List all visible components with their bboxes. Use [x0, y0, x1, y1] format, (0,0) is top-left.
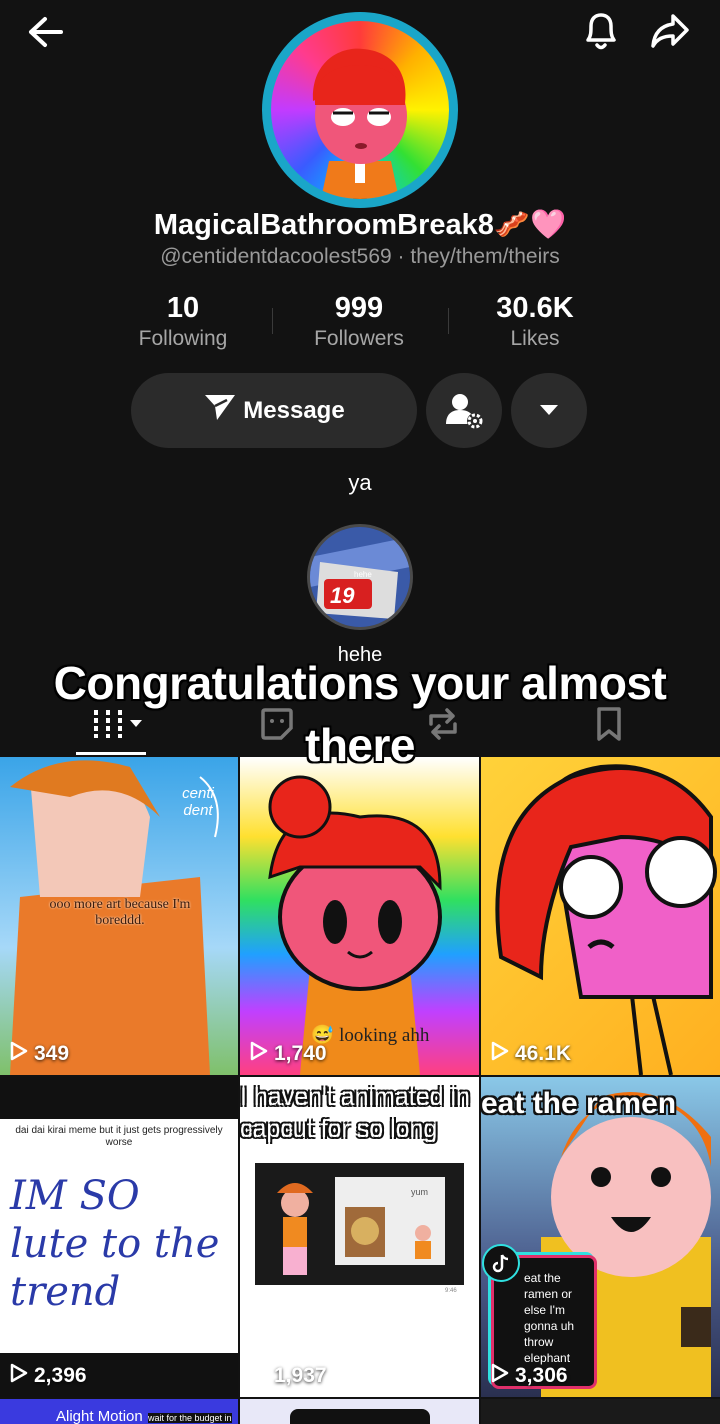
back-arrow-icon[interactable] [20, 10, 70, 54]
play-icon [491, 1363, 509, 1389]
video-signature: centi dent [182, 785, 214, 819]
play-icon [491, 1041, 509, 1067]
caret-down-icon [538, 403, 560, 422]
profile-avatar[interactable] [262, 12, 458, 208]
view-count: 3,306 [491, 1363, 568, 1389]
play-icon [250, 1363, 268, 1389]
user-settings-icon [444, 390, 486, 437]
video-caption: eat the ramen [481, 1087, 677, 1120]
view-count: 46.1K [491, 1041, 571, 1067]
video-thumbnail: yum [255, 1163, 464, 1285]
video-tile[interactable]: Alight Motion wait for the budget in [0, 1399, 238, 1424]
following-count: 10 [166, 292, 200, 324]
video-caption: dai dai kirai meme but it just gets prog… [15, 1125, 223, 1148]
friend-settings-button[interactable] [426, 373, 502, 448]
bio-text: ya [348, 470, 372, 495]
video-caption: I haven't animated in capcut for so long [240, 1083, 470, 1143]
inner-label: yum [411, 1187, 428, 1197]
play-icon [10, 1041, 28, 1067]
send-icon [203, 392, 237, 429]
view-count: 2,396 [10, 1363, 87, 1389]
story-highlight[interactable]: 19 hehe [307, 524, 413, 630]
likes-count: 30.6K [496, 292, 574, 324]
video-tile[interactable]: dai dai kirai meme but it just gets prog… [0, 1077, 238, 1397]
display-name: MagicalBathroomBreak8🥓🩷 [153, 209, 567, 241]
video-subcaption: wait for the budget in [148, 1413, 232, 1423]
video-caption: Alight Motion [56, 1408, 143, 1424]
more-options-button[interactable] [511, 373, 587, 448]
followers-stat[interactable]: 999 Followers [269, 292, 449, 351]
video-tile[interactable]: ooo more art because I'm boreddd. centi … [0, 757, 238, 1075]
video-tile[interactable] [240, 1399, 479, 1424]
following-stat[interactable]: 10 Following [93, 292, 273, 351]
highlight-number: 19 [330, 583, 355, 608]
video-tile[interactable]: 46.1K [481, 757, 720, 1075]
handwritten-text: IM SO lute to the trend [10, 1173, 220, 1315]
view-count: 1,740 [250, 1041, 327, 1067]
play-icon [250, 1041, 268, 1067]
video-tile[interactable]: 😅 looking ahh 1,740 [240, 757, 479, 1075]
play-icon [10, 1363, 28, 1389]
video-tile[interactable] [481, 1399, 720, 1424]
bell-icon[interactable] [578, 8, 624, 54]
video-thumbnail [495, 764, 717, 1075]
video-timestamp: 9:46 [445, 1288, 457, 1294]
share-icon[interactable] [646, 8, 694, 54]
video-caption: ooo more art because I'm boreddd. [49, 897, 191, 928]
following-label: Following [138, 327, 228, 350]
followers-count: 999 [334, 292, 384, 324]
sticker-text: eat the ramen or else I'm gonna uh throw… [524, 1271, 575, 1365]
tiktok-icon [482, 1244, 520, 1282]
likes-label: Likes [510, 327, 560, 350]
likes-stat[interactable]: 30.6K Likes [445, 292, 625, 351]
message-button[interactable]: Message [131, 373, 417, 448]
overlay-caption: Congratulations your almost there [53, 657, 667, 771]
video-tile[interactable]: I haven't animated in capcut for so long… [240, 1077, 479, 1397]
video-tile[interactable]: eat the ramen eat the ramen or else I'm … [481, 1077, 720, 1397]
followers-label: Followers [314, 327, 404, 350]
view-count: 349 [10, 1041, 69, 1067]
username-handle: @centidentdacoolest569 · they/them/their… [160, 245, 560, 268]
highlight-small-text: hehe [354, 570, 372, 579]
view-count: 1,937 [250, 1363, 327, 1389]
message-label: Message [243, 396, 345, 424]
